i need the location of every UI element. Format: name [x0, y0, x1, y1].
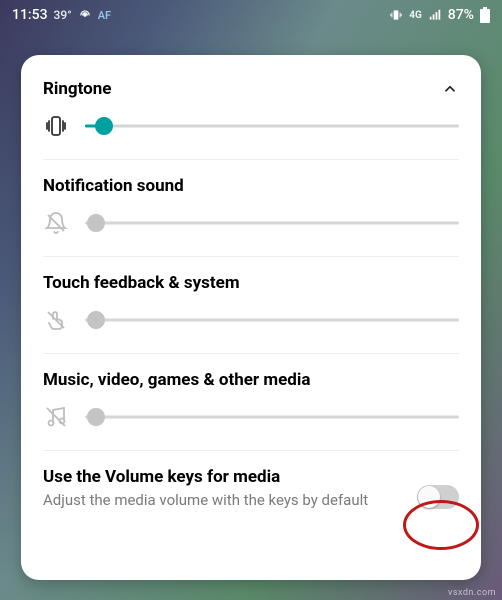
status-time: 11:53	[12, 7, 48, 23]
battery-icon	[480, 7, 490, 23]
ringtone-title: Ringtone	[43, 79, 111, 99]
divider	[43, 450, 459, 451]
volume-keys-desc: Adjust the media volume with the keys by…	[43, 491, 405, 511]
divider	[43, 159, 459, 160]
notification-section: Notification sound	[43, 176, 459, 242]
ringtone-slider[interactable]	[85, 114, 459, 138]
hotspot-icon	[78, 8, 92, 22]
notification-slider[interactable]	[85, 211, 459, 235]
music-off-icon	[43, 404, 69, 430]
media-title: Music, video, games & other media	[43, 370, 459, 390]
ringtone-section: Ringtone	[43, 79, 459, 145]
volume-keys-section: Use the Volume keys for media Adjust the…	[43, 467, 459, 511]
media-slider[interactable]	[85, 405, 459, 429]
chevron-up-icon	[441, 80, 459, 98]
divider	[43, 353, 459, 354]
notification-title: Notification sound	[43, 176, 459, 196]
touch-off-icon	[43, 307, 69, 333]
status-extra: AF	[98, 9, 111, 22]
touch-title: Touch feedback & system	[43, 273, 459, 293]
bell-off-icon	[43, 210, 69, 236]
signal-icon	[428, 8, 442, 22]
ringtone-header[interactable]: Ringtone	[43, 79, 459, 99]
status-bar: 11:53 39° AF 4G 87%	[0, 0, 502, 30]
vibrate-icon	[389, 8, 403, 22]
volume-keys-toggle[interactable]	[417, 485, 459, 509]
watermark: vsxdn.com	[448, 588, 496, 598]
sound-settings-card: Ringtone Notification sound	[21, 55, 481, 580]
vibrate-icon	[43, 113, 69, 139]
touch-section: Touch feedback & system	[43, 273, 459, 339]
status-battery-pct: 87%	[448, 7, 474, 23]
touch-slider[interactable]	[85, 308, 459, 332]
media-section: Music, video, games & other media	[43, 370, 459, 436]
status-temp: 39°	[54, 8, 72, 22]
volume-keys-title: Use the Volume keys for media	[43, 467, 405, 487]
divider	[43, 256, 459, 257]
status-network: 4G	[409, 10, 422, 21]
